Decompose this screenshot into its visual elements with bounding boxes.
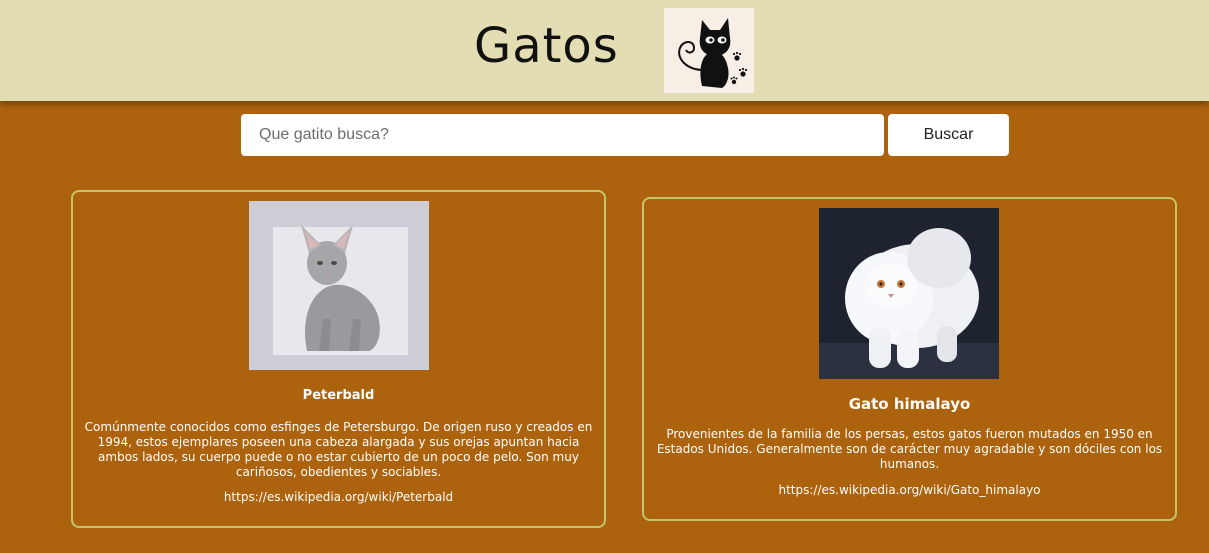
search-button[interactable]: Buscar (888, 114, 1009, 156)
cat-wiki-link[interactable]: https://es.wikipedia.org/wiki/Peterbald (73, 490, 604, 504)
cat-description: Provenientes de la familia de los persas… (656, 427, 1163, 471)
peterbald-cat-photo (249, 201, 429, 370)
cat-name: Gato himalayo (848, 395, 971, 413)
cat-description: Comúnmente conocidos como esfinges de Pe… (84, 420, 593, 479)
cat-wiki-link[interactable]: https://es.wikipedia.org/wiki/Gato_himal… (644, 483, 1175, 497)
cat-card: Gato himalayo Provenientes de la familia… (642, 197, 1177, 521)
himalayan-cat-photo (819, 208, 999, 379)
search-input[interactable] (241, 114, 884, 156)
black-cat-logo-icon (664, 8, 754, 93)
cat-card: Peterbald Comúnmente conocidos como esfi… (71, 190, 606, 528)
cat-name: Peterbald (302, 388, 375, 403)
page: Gatos Que gatito busca? Buscar Peterbald… (0, 0, 1209, 553)
header-bar: Gatos (0, 0, 1209, 101)
page-title: Gatos (474, 18, 619, 74)
